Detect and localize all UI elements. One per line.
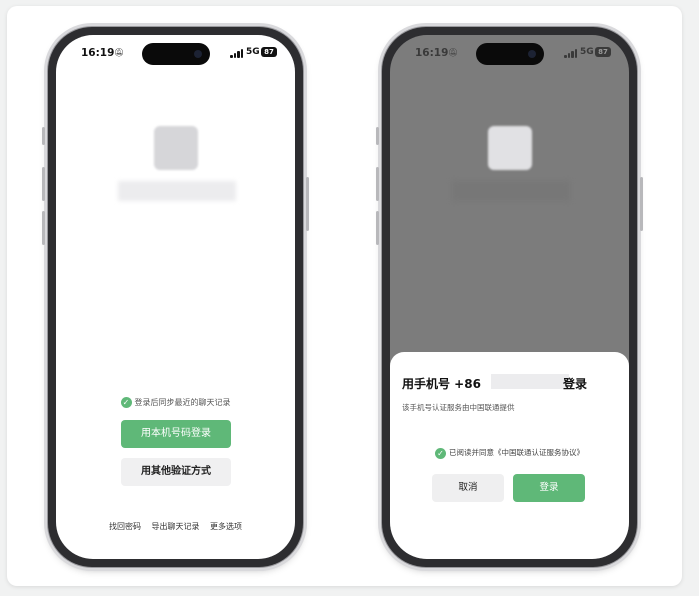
power-button xyxy=(306,177,309,231)
battery-indicator: 87 xyxy=(595,47,611,57)
masked-phone-number xyxy=(491,374,569,389)
dynamic-island xyxy=(476,43,544,65)
agreement-text[interactable]: 已阅读并同意《中国联通认证服务协议》 xyxy=(449,448,584,457)
bell-slash-icon: 🔕︎ xyxy=(448,48,459,57)
avatar xyxy=(488,126,532,170)
cancel-button[interactable]: 取消 xyxy=(432,474,504,502)
phone-left: 16:19 🔕︎ 5G 87 ✓ 登录后同步最近的聊天记录 用本机号码登录 用其他… xyxy=(42,27,309,567)
phone-number-login-button[interactable]: 用本机号码登录 xyxy=(121,420,231,448)
other-verification-button[interactable]: 用其他验证方式 xyxy=(121,458,231,486)
volume-down-button xyxy=(376,211,379,245)
sync-history-row[interactable]: ✓ 登录后同步最近的聊天记录 xyxy=(56,397,295,408)
sheet-title-suffix: 登录 xyxy=(563,377,588,391)
login-bottom-sheet: 用手机号 +86 登录 该手机号认证服务由中国联通提供 ✓ 已阅读并同意《中国联通… xyxy=(390,352,629,559)
login-screen: 16:19 🔕︎ 5G 87 ✓ 登录后同步最近的聊天记录 用本机号码登录 用其他… xyxy=(56,35,295,559)
checkmark-icon[interactable]: ✓ xyxy=(435,447,446,459)
sheet-title-prefix: 用手机号 +86 xyxy=(402,377,481,391)
link-export-chat[interactable]: 导出聊天记录 xyxy=(152,522,200,531)
checkmark-icon[interactable]: ✓ xyxy=(120,397,132,408)
sync-label: 登录后同步最近的聊天记录 xyxy=(134,398,231,407)
dynamic-island xyxy=(142,43,210,65)
status-bar: 16:19 🔕︎ 5G 87 xyxy=(56,35,295,75)
agreement-row[interactable]: ✓ 已阅读并同意《中国联通认证服务协议》 xyxy=(390,447,629,459)
link-more-options[interactable]: 更多选项 xyxy=(210,522,242,531)
avatar xyxy=(154,126,198,170)
network-label: 5G xyxy=(246,47,260,57)
network-label: 5G xyxy=(580,47,594,57)
footer-links: 找回密码 导出聊天记录 更多选项 xyxy=(56,521,295,532)
username-blurred xyxy=(452,181,570,201)
action-button xyxy=(376,127,379,145)
action-button xyxy=(42,127,45,145)
username-blurred xyxy=(118,181,236,201)
link-recover-password[interactable]: 找回密码 xyxy=(109,522,141,531)
status-bar: 16:19 🔕︎ 5G 87 xyxy=(390,35,629,75)
phone-right: 16:19 🔕︎ 5G 87 用手机号 +86 登录 该手机号认证服务由中国联通… xyxy=(376,27,643,567)
status-time: 16:19 xyxy=(415,47,449,59)
bell-slash-icon: 🔕︎ xyxy=(114,48,125,57)
signal-icon xyxy=(230,49,244,58)
volume-down-button xyxy=(42,211,45,245)
login-button[interactable]: 登录 xyxy=(513,474,585,502)
battery-indicator: 87 xyxy=(261,47,277,57)
volume-up-button xyxy=(42,167,45,201)
login-confirm-screen: 16:19 🔕︎ 5G 87 用手机号 +86 登录 该手机号认证服务由中国联通… xyxy=(390,35,629,559)
power-button xyxy=(640,177,643,231)
volume-up-button xyxy=(376,167,379,201)
signal-icon xyxy=(564,49,578,58)
status-time: 16:19 xyxy=(81,47,115,59)
sheet-subtitle: 该手机号认证服务由中国联通提供 xyxy=(402,403,515,412)
